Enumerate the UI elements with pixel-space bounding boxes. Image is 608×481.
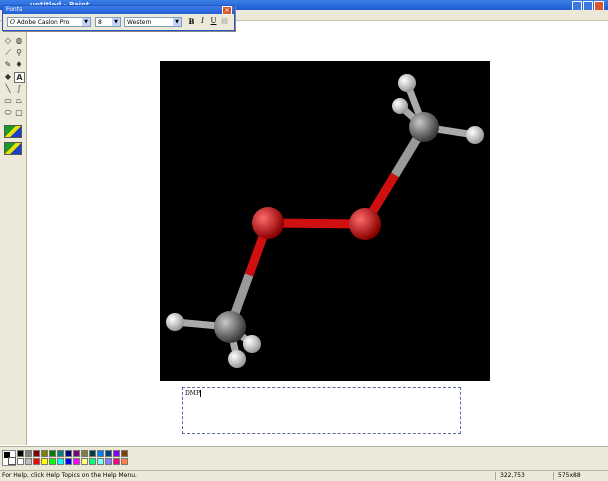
pencil-icon[interactable]: ✎ xyxy=(3,60,13,70)
molecule-image[interactable] xyxy=(160,61,490,381)
palette-swatch[interactable] xyxy=(89,458,96,465)
color-palette xyxy=(0,446,608,471)
bold-button[interactable]: B xyxy=(187,17,196,26)
ball-and-stick-model xyxy=(166,74,484,368)
palette-swatch[interactable] xyxy=(49,458,56,465)
palette-swatch[interactable] xyxy=(81,458,88,465)
magnifier-icon[interactable]: ⚲ xyxy=(14,48,24,58)
oxygen-atom xyxy=(349,208,381,240)
airbrush-icon[interactable]: ◆ xyxy=(3,72,13,82)
carbon-atom xyxy=(214,311,246,343)
status-bar: For Help, click Help Topics on the Help … xyxy=(0,470,608,481)
palette-swatch[interactable] xyxy=(33,450,40,457)
palette-swatch[interactable] xyxy=(97,458,104,465)
line-icon[interactable]: ╲ xyxy=(3,84,13,94)
palette-swatch[interactable] xyxy=(57,450,64,457)
palette-swatch[interactable] xyxy=(65,450,72,457)
palette-swatch[interactable] xyxy=(121,450,128,457)
pick-color-icon[interactable]: ⟋ xyxy=(3,48,13,58)
font-name-value: Adobe Caslon Pro xyxy=(16,19,70,26)
palette-swatch[interactable] xyxy=(17,458,24,465)
fonts-toolbar-title: Fonts xyxy=(6,6,23,13)
palette-swatch[interactable] xyxy=(25,450,32,457)
palette-swatch[interactable] xyxy=(41,450,48,457)
brush-icon[interactable]: ♦ xyxy=(14,60,24,70)
font-size-value: 8 xyxy=(98,19,102,26)
rectangle-icon[interactable]: ▭ xyxy=(3,96,13,106)
background-color xyxy=(8,457,16,465)
hydrogen-atom xyxy=(392,98,408,114)
vertical-text-icon[interactable]: ▤ xyxy=(220,17,229,26)
current-colors xyxy=(2,450,16,466)
palette-swatch[interactable] xyxy=(65,458,72,465)
transparent-background-option[interactable] xyxy=(4,142,22,155)
palette-swatch[interactable] xyxy=(121,458,128,465)
opaque-background-option[interactable] xyxy=(4,125,22,138)
palette-swatch[interactable] xyxy=(25,458,32,465)
polygon-icon[interactable]: ⏢ xyxy=(14,96,24,106)
carbon-atom xyxy=(409,112,439,142)
toolbox: ☆ ⬚ ◇ ◍ ⟋ ⚲ ✎ ♦ ◆ A ╲ ∫ ▭ ⏢ ⬭ ▢ xyxy=(0,21,27,445)
font-name-select[interactable]: O Adobe Caslon Pro ▼ xyxy=(7,17,91,27)
curve-icon[interactable]: ∫ xyxy=(14,84,24,94)
fill-icon[interactable]: ◍ xyxy=(14,36,24,46)
palette-swatch[interactable] xyxy=(49,450,56,457)
text-box-content: DMP xyxy=(185,390,201,397)
hydrogen-atom xyxy=(166,313,184,331)
close-icon[interactable]: × xyxy=(222,6,232,15)
palette-swatch[interactable] xyxy=(97,450,104,457)
rounded-rectangle-icon[interactable]: ▢ xyxy=(14,108,24,118)
chevron-down-icon: ▼ xyxy=(112,18,120,26)
text-box[interactable]: DMP xyxy=(182,387,461,434)
palette-swatch[interactable] xyxy=(113,450,120,457)
palette-swatch[interactable] xyxy=(113,458,120,465)
palette-swatch[interactable] xyxy=(17,450,24,457)
palette-swatch[interactable] xyxy=(105,450,112,457)
fonts-toolbar-titlebar[interactable]: Fonts × xyxy=(3,6,234,15)
font-size-select[interactable]: 8 ▼ xyxy=(95,17,121,27)
palette-swatch[interactable] xyxy=(57,458,64,465)
palette-swatch[interactable] xyxy=(41,458,48,465)
oxygen-atom xyxy=(252,207,284,239)
hydrogen-atom xyxy=(243,335,261,353)
status-divider xyxy=(495,472,496,480)
palette-swatch[interactable] xyxy=(33,458,40,465)
hydrogen-atom xyxy=(466,126,484,144)
hydrogen-atom xyxy=(228,350,246,368)
italic-button[interactable]: I xyxy=(198,17,207,26)
script-value: Western xyxy=(127,19,152,26)
fonts-toolbar: Fonts × O Adobe Caslon Pro ▼ 8 ▼ Western… xyxy=(2,5,235,31)
palette-swatch[interactable] xyxy=(81,450,88,457)
chevron-down-icon: ▼ xyxy=(173,18,181,26)
palette-swatch[interactable] xyxy=(73,450,80,457)
ellipse-icon[interactable]: ⬭ xyxy=(3,108,13,118)
status-divider xyxy=(553,472,554,480)
text-icon[interactable]: A xyxy=(14,72,25,83)
palette-swatch[interactable] xyxy=(89,450,96,457)
hydrogen-atom xyxy=(398,74,416,92)
script-select[interactable]: Western ▼ xyxy=(124,17,182,27)
chevron-down-icon: ▼ xyxy=(82,18,90,26)
palette-swatch[interactable] xyxy=(105,458,112,465)
underline-button[interactable]: U xyxy=(209,17,218,26)
eraser-icon[interactable]: ◇ xyxy=(3,36,13,46)
palette-swatch[interactable] xyxy=(73,458,80,465)
